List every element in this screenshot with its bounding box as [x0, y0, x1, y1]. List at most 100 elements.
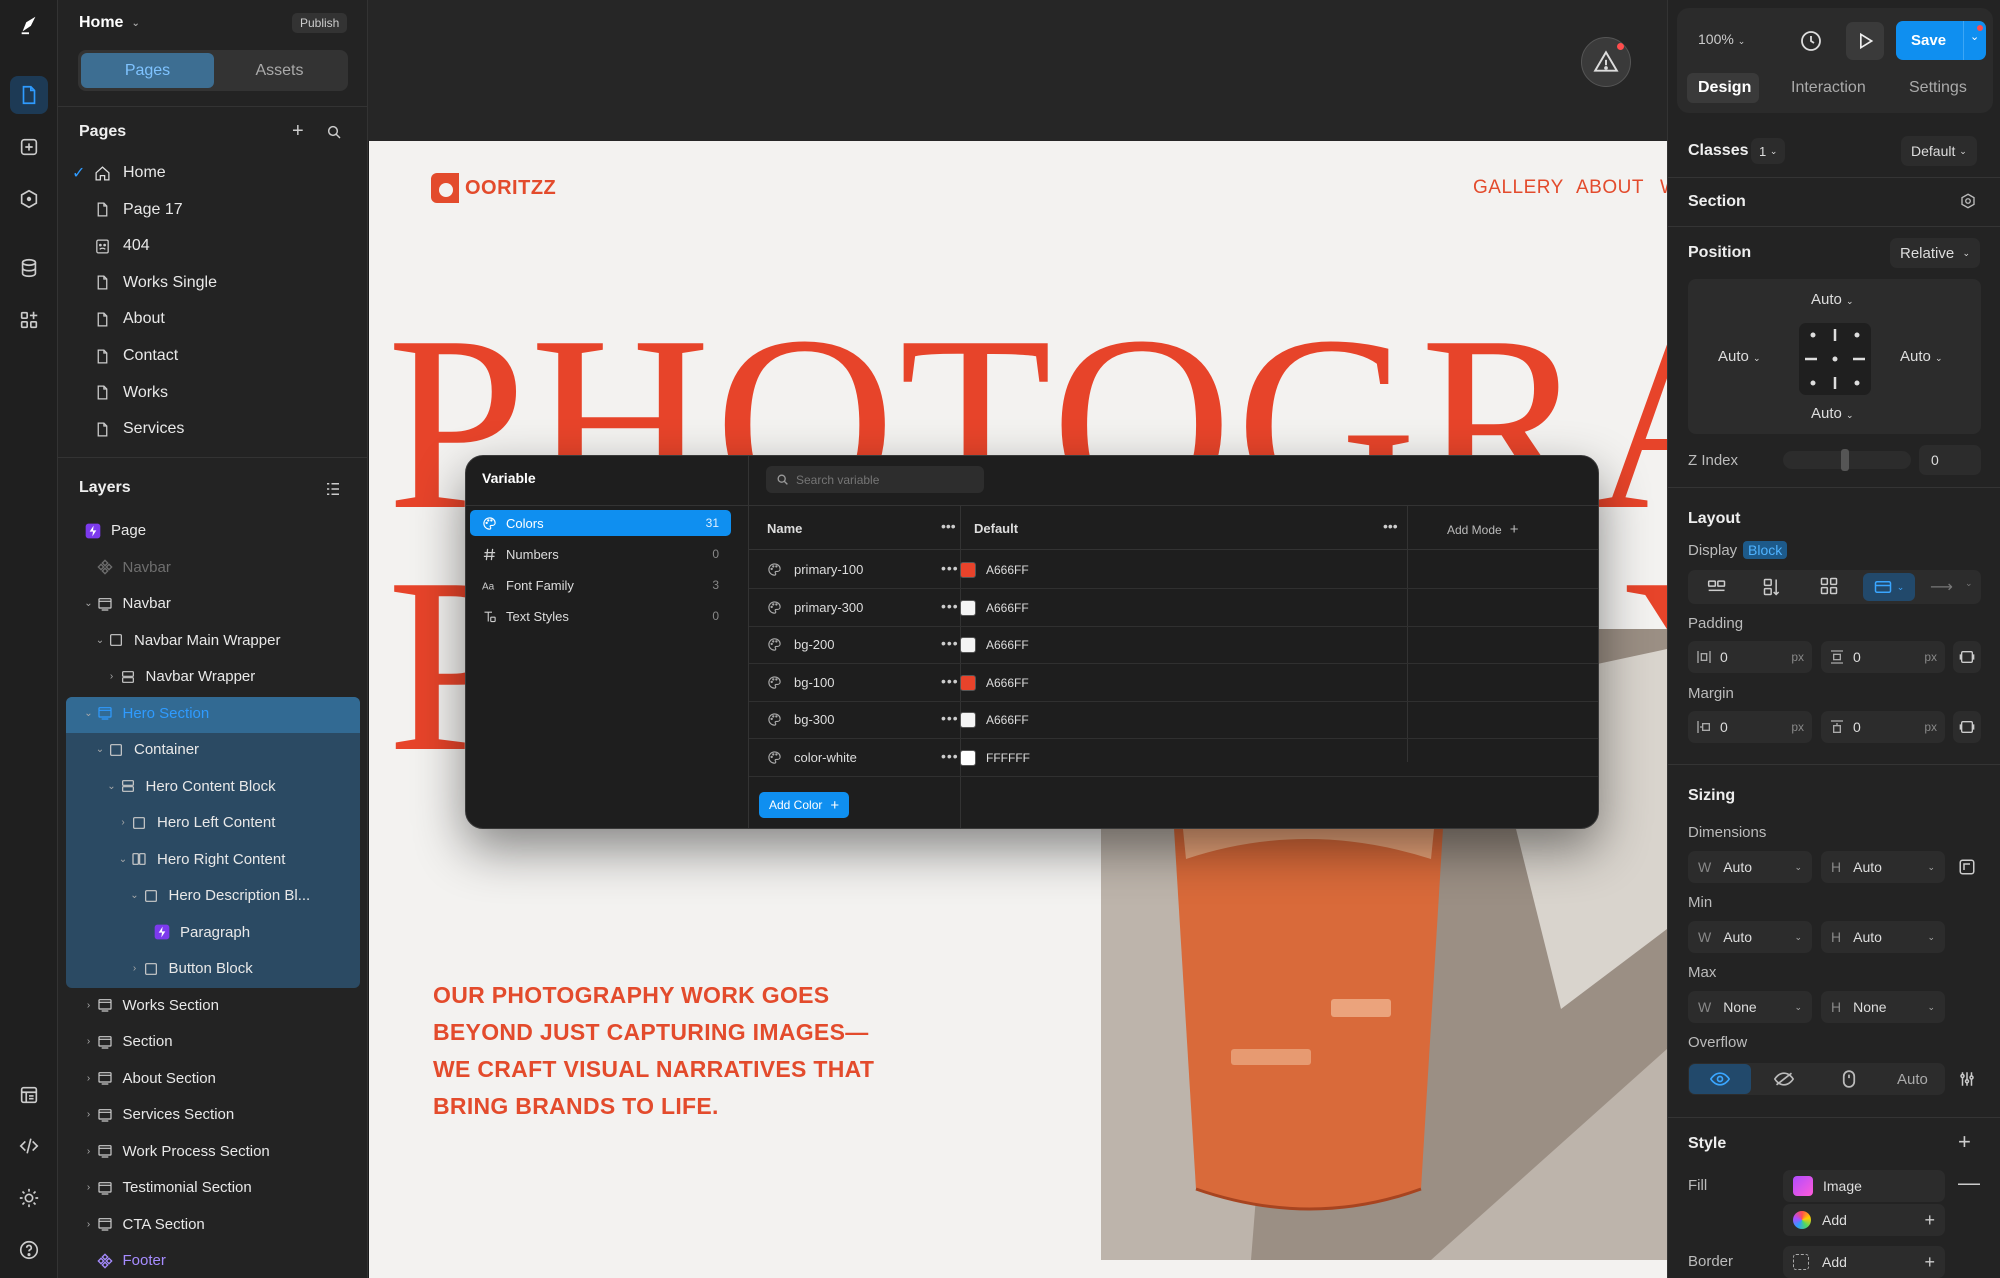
table-icon[interactable]	[10, 1076, 48, 1114]
row-menu-icon[interactable]: •••	[941, 673, 959, 689]
layer-row[interactable]: › Hero Left Content	[118, 814, 275, 831]
chevron-down-icon[interactable]: ⌄	[1965, 578, 1973, 589]
pos-top[interactable]: Auto ⌄	[1811, 291, 1854, 308]
tab-interaction[interactable]: Interaction	[1791, 79, 1866, 97]
max-width-select[interactable]: W None ⌄	[1688, 991, 1812, 1023]
row-menu-icon[interactable]: •••	[941, 748, 959, 764]
add-element-icon[interactable]	[10, 128, 48, 166]
page-item[interactable]: Works	[94, 384, 168, 402]
chevron-down-icon[interactable]: ⌄	[95, 744, 105, 755]
classes-count-select[interactable]: 1 ⌄	[1751, 138, 1786, 164]
add-mode-button[interactable]: Add Mode +	[1447, 521, 1518, 538]
layer-row[interactable]: › Section	[84, 1033, 173, 1050]
layer-row[interactable]: ⌄ Hero Description Bl...	[130, 887, 310, 904]
overflow-visible-option[interactable]	[1689, 1064, 1751, 1094]
pos-left[interactable]: Auto ⌄	[1718, 348, 1761, 365]
layer-row[interactable]: › Services Section	[84, 1106, 234, 1123]
tab-design[interactable]: Design	[1698, 79, 1751, 97]
page-item[interactable]: Page 17	[94, 201, 183, 219]
zoom-select[interactable]: 100% ⌄	[1698, 31, 1745, 47]
nav-partial[interactable]: W	[1660, 177, 1667, 199]
display-block-option[interactable]: ⌄	[1863, 573, 1915, 601]
code-icon[interactable]	[10, 1127, 48, 1165]
row-menu-icon[interactable]: •••	[941, 635, 959, 651]
eye-off-icon[interactable]	[1774, 1071, 1794, 1087]
padding-y-input[interactable]: 0 px	[1821, 641, 1945, 673]
min-width-select[interactable]: W Auto ⌄	[1688, 921, 1812, 953]
width-select[interactable]: W Auto ⌄	[1688, 851, 1812, 883]
overflow-auto-option[interactable]: Auto	[1897, 1071, 1928, 1088]
variable-row[interactable]: bg-300 ••• A666FF	[749, 701, 1598, 739]
layer-row[interactable]: › Testimonial Section	[84, 1179, 252, 1196]
page-switcher[interactable]: Home ⌄	[79, 14, 140, 32]
color-swatch[interactable]	[960, 712, 976, 728]
tab-assets[interactable]: Assets	[214, 53, 345, 88]
page-item[interactable]: Services	[94, 420, 184, 438]
nav-gallery[interactable]: GALLERY	[1473, 177, 1564, 199]
add-page-icon[interactable]: +	[292, 120, 304, 143]
page-item[interactable]: Contact	[94, 347, 178, 365]
chevron-right-icon[interactable]: ›	[130, 963, 140, 974]
chevron-down-icon[interactable]: ⌄	[107, 781, 117, 792]
chevron-right-icon[interactable]: ›	[118, 817, 128, 828]
search-variable-input[interactable]	[796, 472, 966, 487]
variable-category-text-styles[interactable]: Text Styles 0	[470, 603, 731, 629]
search-variable-box[interactable]	[766, 466, 984, 493]
section-settings-icon[interactable]	[1959, 192, 1977, 210]
arrow-right-icon[interactable]: ⟶	[1930, 577, 1953, 597]
preview-button[interactable]	[1846, 22, 1884, 60]
page-item[interactable]: About	[94, 310, 165, 328]
chevron-right-icon[interactable]: ›	[84, 1000, 94, 1011]
apps-icon[interactable]	[10, 301, 48, 339]
site-logo[interactable]: OORITZZ	[431, 173, 556, 203]
layer-row[interactable]: Navbar	[84, 559, 171, 576]
tab-pages[interactable]: Pages	[81, 53, 214, 88]
slider-handle[interactable]	[1841, 449, 1849, 471]
pos-right[interactable]: Auto ⌄	[1900, 348, 1943, 365]
remove-fill-icon[interactable]: —	[1958, 1172, 1980, 1194]
color-swatch[interactable]	[960, 562, 976, 578]
layer-row[interactable]: ⌄ Hero Content Block	[107, 778, 275, 795]
overflow-settings-icon[interactable]	[1958, 1070, 1976, 1088]
layer-row[interactable]: ⌄ Navbar Main Wrapper	[95, 632, 281, 649]
fill-image-item[interactable]: Image	[1783, 1170, 1945, 1202]
chevron-down-icon[interactable]: ⌄	[95, 635, 105, 646]
add-color-button[interactable]: Add Color +	[759, 792, 850, 818]
margin-y-input[interactable]: 0 px	[1821, 711, 1945, 743]
variable-category-font-family[interactable]: Aa Font Family 3	[470, 572, 731, 598]
theme-icon[interactable]	[10, 1179, 48, 1217]
components-icon[interactable]	[10, 180, 48, 218]
save-options-icon[interactable]: ⌄	[1970, 30, 1979, 43]
pages-icon[interactable]	[10, 76, 48, 114]
class-state-select[interactable]: Default ⌄	[1901, 136, 1977, 166]
pos-bottom[interactable]: Auto ⌄	[1811, 405, 1854, 422]
database-icon[interactable]	[10, 249, 48, 287]
layer-row[interactable]: › Navbar Wrapper	[107, 668, 255, 685]
layer-row[interactable]: ⌄ Navbar	[84, 595, 171, 612]
page-item[interactable]: 404	[94, 237, 150, 255]
color-swatch[interactable]	[960, 749, 976, 766]
name-col-menu-icon[interactable]: •••	[941, 518, 956, 534]
max-height-select[interactable]: H None ⌄	[1821, 991, 1945, 1023]
app-logo-icon[interactable]	[10, 6, 48, 44]
chevron-down-icon[interactable]: ⌄	[84, 598, 94, 609]
warning-button[interactable]	[1581, 37, 1631, 87]
layer-row[interactable]: › Work Process Section	[84, 1143, 270, 1160]
history-icon[interactable]	[1799, 29, 1823, 58]
color-swatch[interactable]	[960, 637, 976, 653]
color-swatch[interactable]	[960, 674, 976, 691]
chevron-down-icon[interactable]: ⌄	[118, 854, 128, 865]
margin-individual-toggle[interactable]	[1953, 711, 1981, 743]
layer-row[interactable]: Footer	[84, 1252, 166, 1269]
variable-row[interactable]: bg-100 ••• A666FF	[749, 664, 1598, 702]
layer-row[interactable]: › CTA Section	[84, 1216, 205, 1233]
chevron-right-icon[interactable]: ›	[107, 671, 117, 682]
layer-row[interactable]: ⌄ Container	[95, 741, 199, 758]
layer-row[interactable]: Paragraph	[141, 924, 250, 941]
chevron-right-icon[interactable]: ›	[84, 1036, 94, 1047]
save-button[interactable]: Save	[1911, 32, 1946, 49]
nav-about[interactable]: ABOUT	[1576, 177, 1644, 199]
add-fill-item[interactable]: Add +	[1783, 1204, 1945, 1236]
scroll-icon[interactable]	[1842, 1069, 1856, 1089]
add-border-item[interactable]: Add +	[1783, 1246, 1945, 1278]
